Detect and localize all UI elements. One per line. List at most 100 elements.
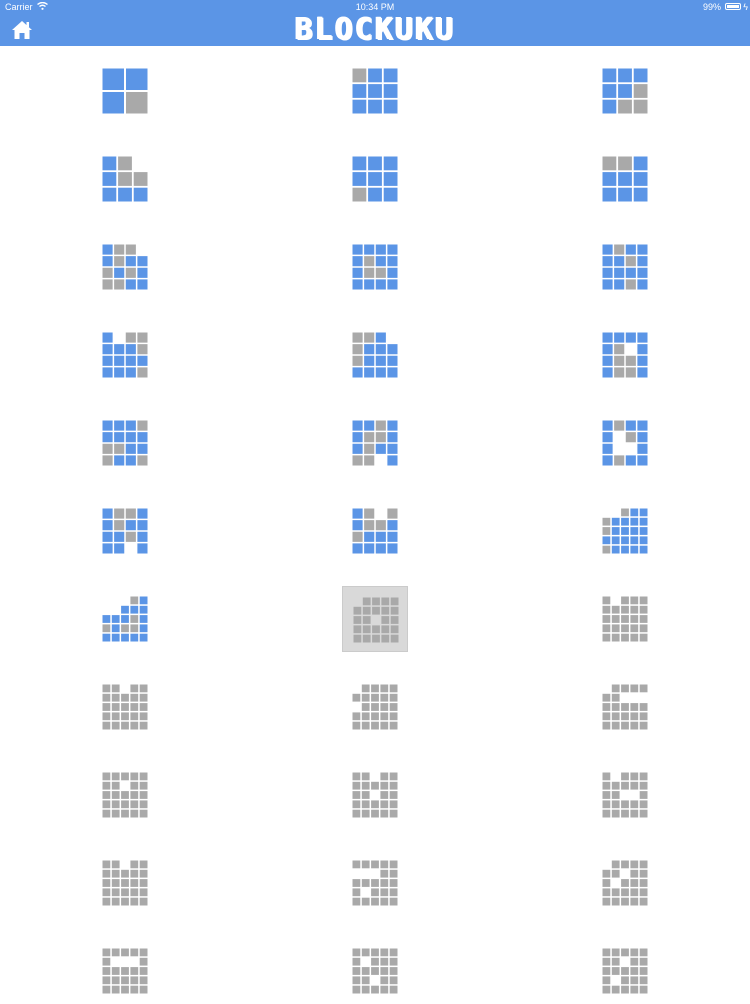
block-tile: [121, 633, 129, 641]
level-13-button[interactable]: [92, 410, 158, 476]
level-25-button[interactable]: [92, 762, 158, 828]
block-tile: [375, 443, 386, 454]
block-tile: [380, 975, 389, 984]
block-tile: [361, 711, 370, 720]
level-27-button[interactable]: [592, 762, 658, 828]
level-8-button[interactable]: [342, 234, 408, 300]
level-30-thumbnail: [602, 860, 648, 905]
level-14-button[interactable]: [342, 410, 408, 476]
block-tile: [353, 615, 362, 624]
level-28-button[interactable]: [92, 850, 158, 916]
level-10-button[interactable]: [92, 322, 158, 388]
block-tile: [630, 878, 639, 887]
block-tile: [121, 878, 129, 887]
block-tile: [130, 809, 139, 817]
block-tile: [381, 615, 390, 624]
level-23-button[interactable]: [342, 674, 408, 740]
block-tile: [630, 517, 639, 526]
block-tile: [111, 897, 120, 905]
block-tile: [639, 535, 648, 544]
level-2-button[interactable]: [342, 58, 408, 124]
block-tile: [137, 278, 148, 290]
block-tile: [364, 255, 375, 266]
block-tile: [102, 171, 117, 186]
block-tile: [602, 605, 611, 614]
level-15-button[interactable]: [592, 410, 658, 476]
block-tile: [139, 966, 148, 975]
block-tile: [102, 887, 111, 896]
block-tile: [387, 355, 398, 366]
block-tile: [383, 83, 398, 98]
level-18-button[interactable]: [592, 498, 658, 564]
block-tile: [611, 526, 620, 535]
level-1-button[interactable]: [92, 58, 158, 124]
block-tile: [630, 966, 639, 975]
block-tile: [114, 443, 125, 454]
block-tile: [362, 606, 371, 615]
block-tile: [111, 614, 120, 623]
level-22-button[interactable]: [92, 674, 158, 740]
level-17-thumbnail: [352, 508, 398, 554]
block-tile: [639, 790, 648, 799]
level-24-button[interactable]: [592, 674, 658, 740]
block-tile: [602, 721, 611, 729]
block-tile: [602, 633, 611, 641]
block-tile: [389, 711, 398, 720]
home-button[interactable]: [10, 19, 34, 41]
level-19-button[interactable]: [92, 586, 158, 652]
block-tile: [375, 519, 386, 530]
block-tile: [611, 633, 620, 641]
block-tile: [630, 702, 639, 711]
level-32-button[interactable]: [342, 938, 408, 1004]
block-tile: [114, 431, 125, 442]
level-5-thumbnail: [352, 156, 398, 201]
block-tile: [375, 278, 386, 290]
block-tile: [125, 355, 136, 366]
level-33-button[interactable]: [592, 938, 658, 1004]
block-tile: [371, 721, 379, 729]
block-tile: [139, 887, 148, 896]
block-tile: [637, 278, 648, 290]
block-tile: [371, 887, 379, 896]
level-3-button[interactable]: [592, 58, 658, 124]
block-tile: [361, 721, 370, 729]
level-9-button[interactable]: [592, 234, 658, 300]
level-31-button[interactable]: [92, 938, 158, 1004]
block-tile: [130, 633, 139, 641]
block-tile: [639, 684, 648, 692]
block-tile: [362, 615, 371, 624]
level-26-button[interactable]: [342, 762, 408, 828]
level-5-button[interactable]: [342, 146, 408, 212]
block-tile: [639, 633, 648, 641]
block-tile: [380, 878, 389, 887]
level-17-button[interactable]: [342, 498, 408, 564]
block-tile: [130, 948, 139, 956]
block-tile: [102, 809, 111, 817]
block-tile: [125, 431, 136, 442]
level-29-button[interactable]: [342, 850, 408, 916]
level-30-button[interactable]: [592, 850, 658, 916]
level-6-button[interactable]: [592, 146, 658, 212]
level-16-button[interactable]: [92, 498, 158, 564]
level-12-button[interactable]: [592, 322, 658, 388]
level-7-button[interactable]: [92, 234, 158, 300]
block-tile: [137, 343, 148, 354]
block-tile: [364, 531, 375, 542]
block-tile: [621, 878, 629, 887]
level-21-button[interactable]: [592, 586, 658, 652]
block-tile: [621, 711, 629, 720]
level-4-button[interactable]: [92, 146, 158, 212]
block-tile: [390, 606, 399, 615]
block-tile: [102, 332, 113, 343]
block-tile: [371, 809, 379, 817]
level-20-button[interactable]: [342, 585, 408, 652]
block-tile: [121, 887, 129, 896]
block-tile: [125, 420, 136, 431]
block-tile: [639, 897, 648, 905]
block-tile: [121, 721, 129, 729]
block-tile: [602, 614, 611, 623]
block-tile: [602, 68, 617, 82]
block-tile: [630, 596, 639, 604]
level-11-button[interactable]: [342, 322, 408, 388]
block-tile: [621, 860, 629, 868]
